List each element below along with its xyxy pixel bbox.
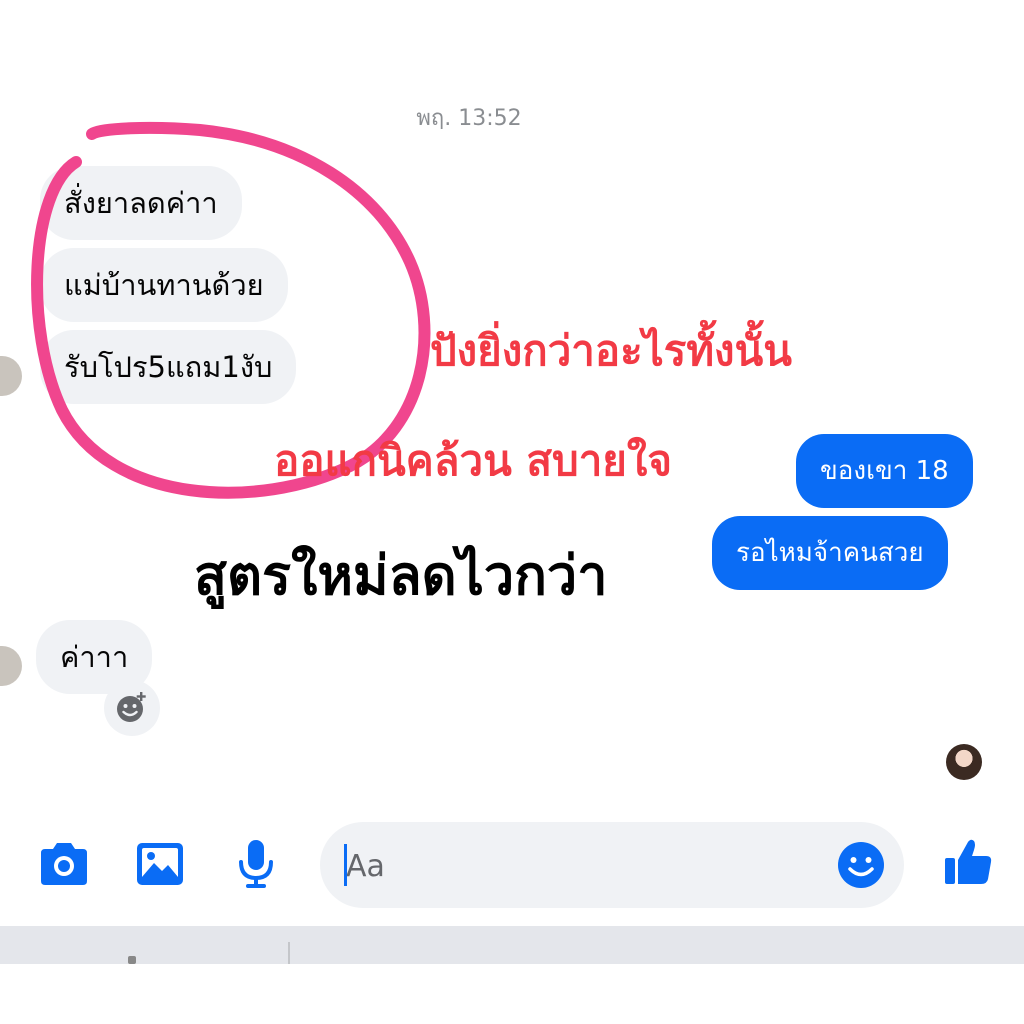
seen-avatar (946, 744, 982, 780)
thumbs-up-icon (945, 839, 992, 884)
microphone-icon (239, 840, 273, 888)
overlay-text-line: สูตรใหม่ลดไวกว่า (194, 544, 608, 607)
overlay-text-line: ออแกนิคล้วน สบายใจ (274, 436, 673, 485)
gallery-button[interactable] (132, 836, 188, 892)
camera-icon (41, 843, 87, 885)
message-input[interactable] (344, 822, 828, 910)
bottom-navigation-bar (0, 926, 1024, 964)
bottom-bar-marker (128, 956, 136, 964)
emoji-button[interactable] (836, 840, 886, 890)
text-caret (344, 844, 347, 886)
emoji-icon (838, 842, 884, 888)
voice-message-button[interactable] (228, 836, 284, 892)
like-button[interactable] (940, 834, 996, 890)
image-icon (137, 843, 183, 885)
divider (288, 942, 290, 964)
overlay-text-line: ปังยิ่งกว่าอะไรทั้งนั้น (430, 326, 792, 375)
camera-button[interactable] (36, 836, 92, 892)
message-composer[interactable] (320, 822, 904, 910)
